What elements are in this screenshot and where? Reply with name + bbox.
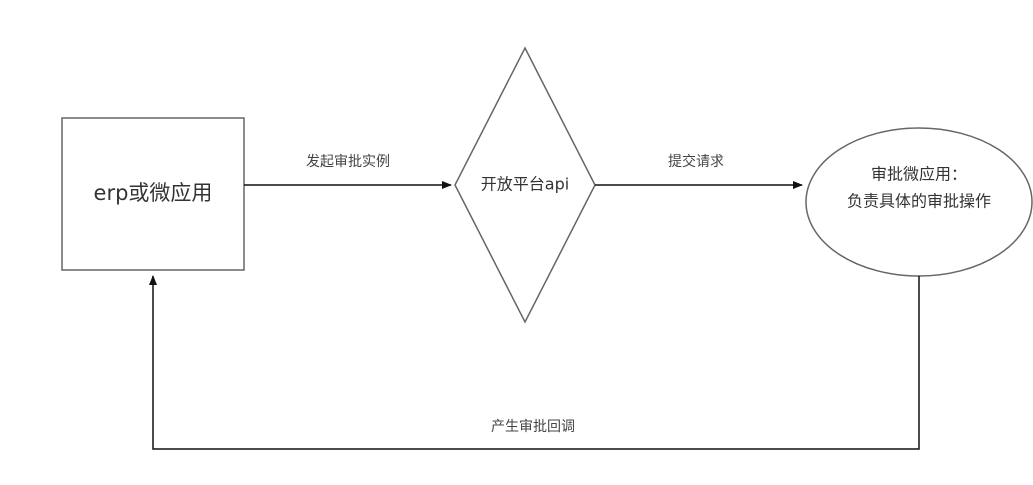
edge-callback-label: 产生审批回调 bbox=[491, 419, 575, 435]
edge-submit-request-label: 提交请求 bbox=[668, 153, 724, 170]
platform-node-label: 开放平台api bbox=[481, 175, 569, 194]
edge-start-instance-label: 发起审批实例 bbox=[306, 154, 390, 170]
erp-node: erp或微应用 bbox=[61, 117, 245, 271]
edge-submit-request: 提交请求 bbox=[595, 153, 803, 189]
approval-node: 审批微应用： 负责具体的审批操作 bbox=[805, 127, 1033, 277]
edge-start-instance: 发起审批实例 bbox=[244, 154, 452, 189]
approval-node-description: 负责具体的审批操作 bbox=[847, 192, 991, 211]
platform-node: 开放平台api bbox=[454, 46, 596, 324]
flow-diagram: erp或微应用 开放平台api 审批微应用： 负责具体的审批操作 发起审批实例 … bbox=[61, 46, 1033, 450]
erp-node-label: erp或微应用 bbox=[94, 181, 213, 205]
approval-node-title: 审批微应用： bbox=[871, 165, 967, 184]
